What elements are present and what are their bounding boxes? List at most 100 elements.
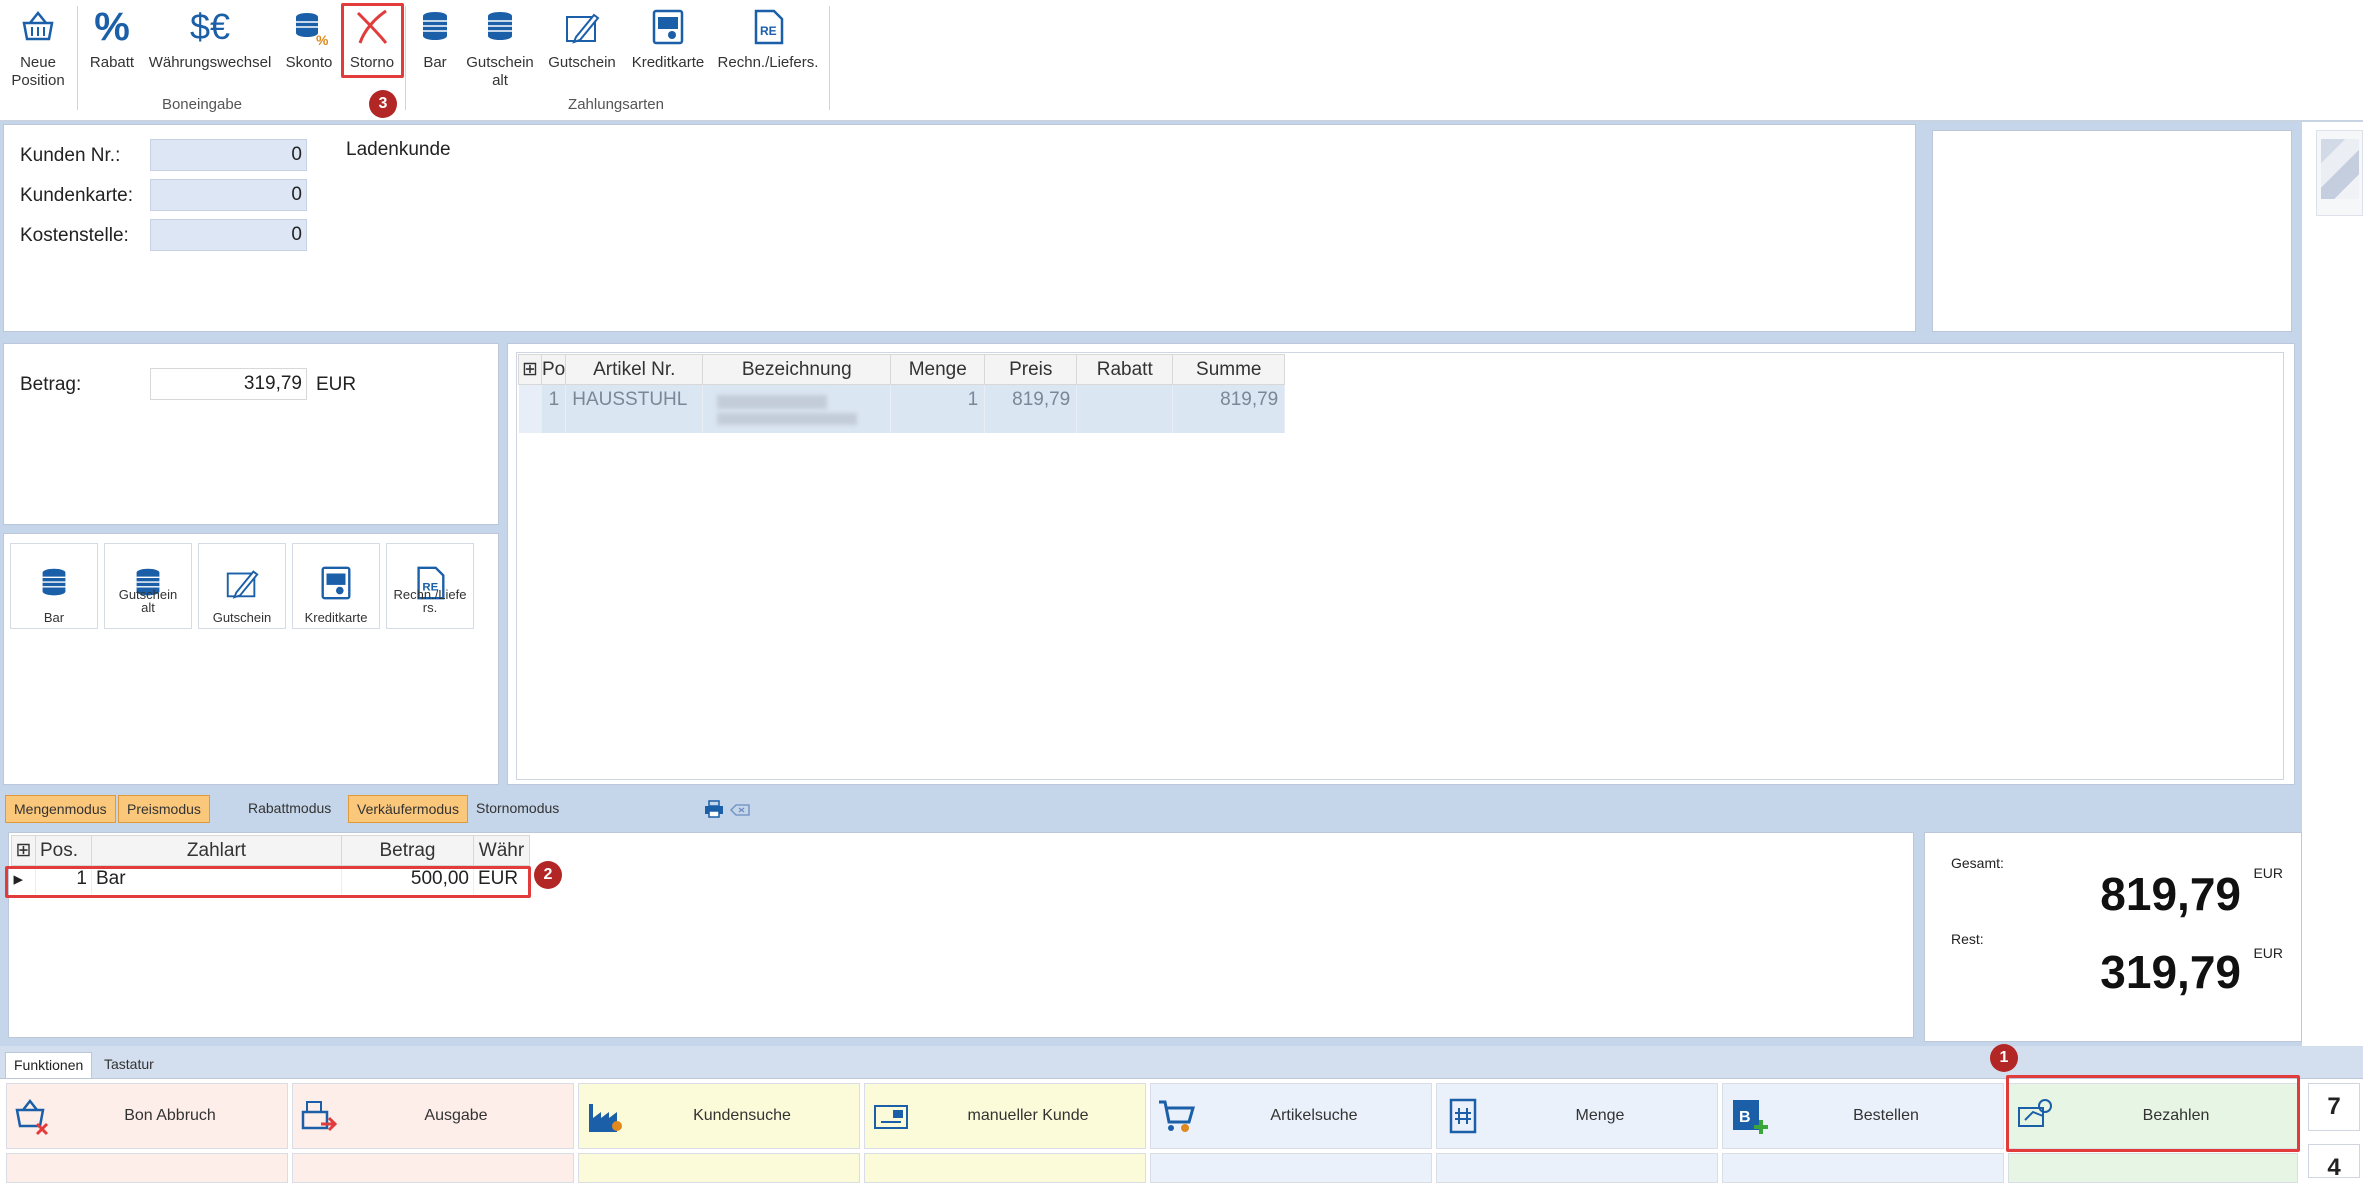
col-artikel-nr[interactable]: Artikel Nr. — [565, 354, 704, 385]
menge-button[interactable]: Menge — [1436, 1083, 1718, 1149]
manueller-kunde-button[interactable]: manueller Kunde — [864, 1083, 1146, 1149]
betrag-field[interactable]: 319,79 — [150, 368, 307, 400]
voucher-pen-icon — [226, 570, 259, 599]
coins-icon — [477, 4, 523, 50]
kostenstelle-field[interactable]: 0 — [150, 219, 307, 251]
rabatt-button[interactable]: % Rabatt — [84, 4, 140, 96]
neue-position-button[interactable]: Neue Position — [4, 4, 72, 96]
betrag-label: Betrag: — [20, 374, 82, 395]
order-add-icon: B — [1733, 1100, 1768, 1134]
bar-label: Bar — [423, 54, 447, 71]
tile-gutschein[interactable]: Gutschein — [198, 543, 286, 629]
tile-gutschein-alt[interactable]: Gutschein alt — [104, 543, 192, 629]
group-zahlungsarten: Zahlungsarten — [568, 96, 664, 113]
col-summe[interactable]: Summe — [1172, 354, 1286, 385]
col-pos[interactable]: Po — [540, 354, 567, 385]
coins-percent-icon: % — [286, 4, 332, 50]
rechn-liefers-button[interactable]: RE Rechn./Liefers. — [716, 4, 820, 96]
col-pos[interactable]: Pos. — [35, 835, 92, 866]
ausgabe-label: Ausgabe — [424, 1107, 488, 1124]
tile-gutschein-label: Gutschein — [212, 610, 272, 625]
tile-kreditkarte[interactable]: Kreditkarte — [292, 543, 380, 629]
bar-button[interactable]: Bar — [412, 4, 458, 96]
betrag-panel: Betrag: 319,79 EUR — [3, 343, 499, 525]
gutschein-button[interactable]: Gutschein — [544, 4, 620, 96]
function-row2-5[interactable] — [1150, 1153, 1432, 1183]
keypad-7[interactable]: 7 — [2308, 1083, 2360, 1131]
tile-rechn-liefers-label: Rechn./Liefe rs. — [393, 587, 467, 615]
credit-card-icon — [645, 4, 691, 50]
ausgabe-button[interactable]: Ausgabe — [292, 1083, 574, 1149]
col-preis[interactable]: Preis — [984, 354, 1078, 385]
function-row2-4[interactable] — [864, 1153, 1146, 1183]
mode-verkaeufermodus[interactable]: Verkäufermodus — [348, 795, 468, 823]
customer-panel: Kunden Nr.: 0 Kundenkarte: 0 Kostenstell… — [3, 124, 1916, 332]
kunden-nr-label: Kunden Nr.: — [20, 145, 121, 166]
receipt-erase-icon[interactable] — [730, 803, 750, 817]
voucher-pen-icon — [559, 4, 605, 50]
function-row2-1[interactable] — [6, 1153, 288, 1183]
keypad-4[interactable]: 4 — [2308, 1144, 2360, 1181]
bestellen-label: Bestellen — [1853, 1107, 1919, 1124]
waehrungswechsel-button[interactable]: $€ Währungswechsel — [146, 4, 274, 96]
cell-preis: 819,79 — [984, 384, 1078, 433]
kreditkarte-label: Kreditkarte — [631, 54, 705, 71]
payment-row-highlight — [5, 866, 531, 898]
kundenkarte-field[interactable]: 0 — [150, 179, 307, 211]
quantity-icon — [1449, 1098, 1477, 1134]
gutschein-label: Gutschein — [548, 54, 616, 71]
col-bezeichnung[interactable]: Bezeichnung — [702, 354, 892, 385]
totals-panel: Gesamt: 819,79 EUR Rest: 319,79 EUR — [1924, 832, 2302, 1042]
customer-card-icon — [874, 1105, 908, 1129]
kreditkarte-button[interactable]: Kreditkarte — [626, 4, 710, 96]
tile-rechn-liefers[interactable]: RE Rechn./Liefe rs. — [386, 543, 474, 629]
mode-stornomodus[interactable]: Stornomodus — [468, 795, 567, 823]
function-row2-6[interactable] — [1436, 1153, 1718, 1183]
col-menge[interactable]: Menge — [890, 354, 986, 385]
table-row[interactable]: 1 HAUSSTUHL 1 819,79 819,79 — [518, 384, 1286, 433]
cell-pos: 1 — [541, 384, 567, 433]
printer-icon[interactable] — [704, 800, 724, 818]
tile-gutschein-alt-label: Gutschein alt — [118, 587, 178, 615]
step-marker-1: 1 — [1990, 1044, 2018, 1072]
customer-name: Ladenkunde — [346, 139, 451, 160]
function-row2-8[interactable] — [2008, 1153, 2298, 1183]
kundensuche-button[interactable]: Kundensuche — [578, 1083, 860, 1149]
svg-text:RE: RE — [760, 24, 777, 38]
rabatt-label: Rabatt — [89, 54, 135, 71]
mode-mengenmodus[interactable]: Mengenmodus — [5, 795, 116, 823]
group-boneingabe: Boneingabe — [161, 96, 243, 113]
function-row2-7[interactable] — [1722, 1153, 2004, 1183]
step-marker-2: 2 — [534, 861, 562, 889]
menge-label: Menge — [1575, 1107, 1625, 1124]
basket-cancel-icon — [15, 1098, 49, 1136]
function-row2-3[interactable] — [578, 1153, 860, 1183]
col-zahlart[interactable]: Zahlart — [91, 835, 342, 866]
rechn-liefers-label: Rechn./Liefers. — [717, 54, 819, 71]
tab-tastatur[interactable]: Tastatur — [96, 1052, 162, 1078]
grid-options-icon[interactable]: ⊞ — [518, 354, 542, 385]
mode-rabattmodus[interactable]: Rabattmodus — [240, 795, 339, 823]
rest-currency: EUR — [2253, 945, 2283, 961]
kundensuche-label: Kundensuche — [693, 1107, 791, 1124]
bestellen-button[interactable]: B Bestellen — [1722, 1083, 2004, 1149]
mode-preismodus[interactable]: Preismodus — [118, 795, 210, 823]
grid-options-icon[interactable]: ⊞ — [11, 835, 36, 866]
skonto-button[interactable]: % Skonto — [282, 4, 336, 96]
bon-abbruch-button[interactable]: Bon Abbruch — [6, 1083, 288, 1149]
gesamt-currency: EUR — [2253, 865, 2283, 881]
tab-funktionen[interactable]: Funktionen — [5, 1052, 93, 1078]
register-out-icon — [301, 1101, 338, 1132]
col-rabatt[interactable]: Rabatt — [1076, 354, 1174, 385]
function-row2-2[interactable] — [292, 1153, 574, 1183]
thumbnail-image — [2316, 130, 2363, 216]
col-waehr[interactable]: Währ — [473, 835, 530, 866]
kunden-nr-field[interactable]: 0 — [150, 139, 307, 171]
tile-bar[interactable]: Bar — [10, 543, 98, 629]
gutschein-alt-button[interactable]: Gutschein alt — [462, 4, 538, 96]
col-betrag[interactable]: Betrag — [341, 835, 474, 866]
artikelsuche-label: Artikelsuche — [1270, 1107, 1358, 1124]
artikelsuche-button[interactable]: Artikelsuche — [1150, 1083, 1432, 1149]
neue-position-label: Neue Position — [11, 54, 65, 89]
svg-text:%: % — [316, 32, 329, 47]
